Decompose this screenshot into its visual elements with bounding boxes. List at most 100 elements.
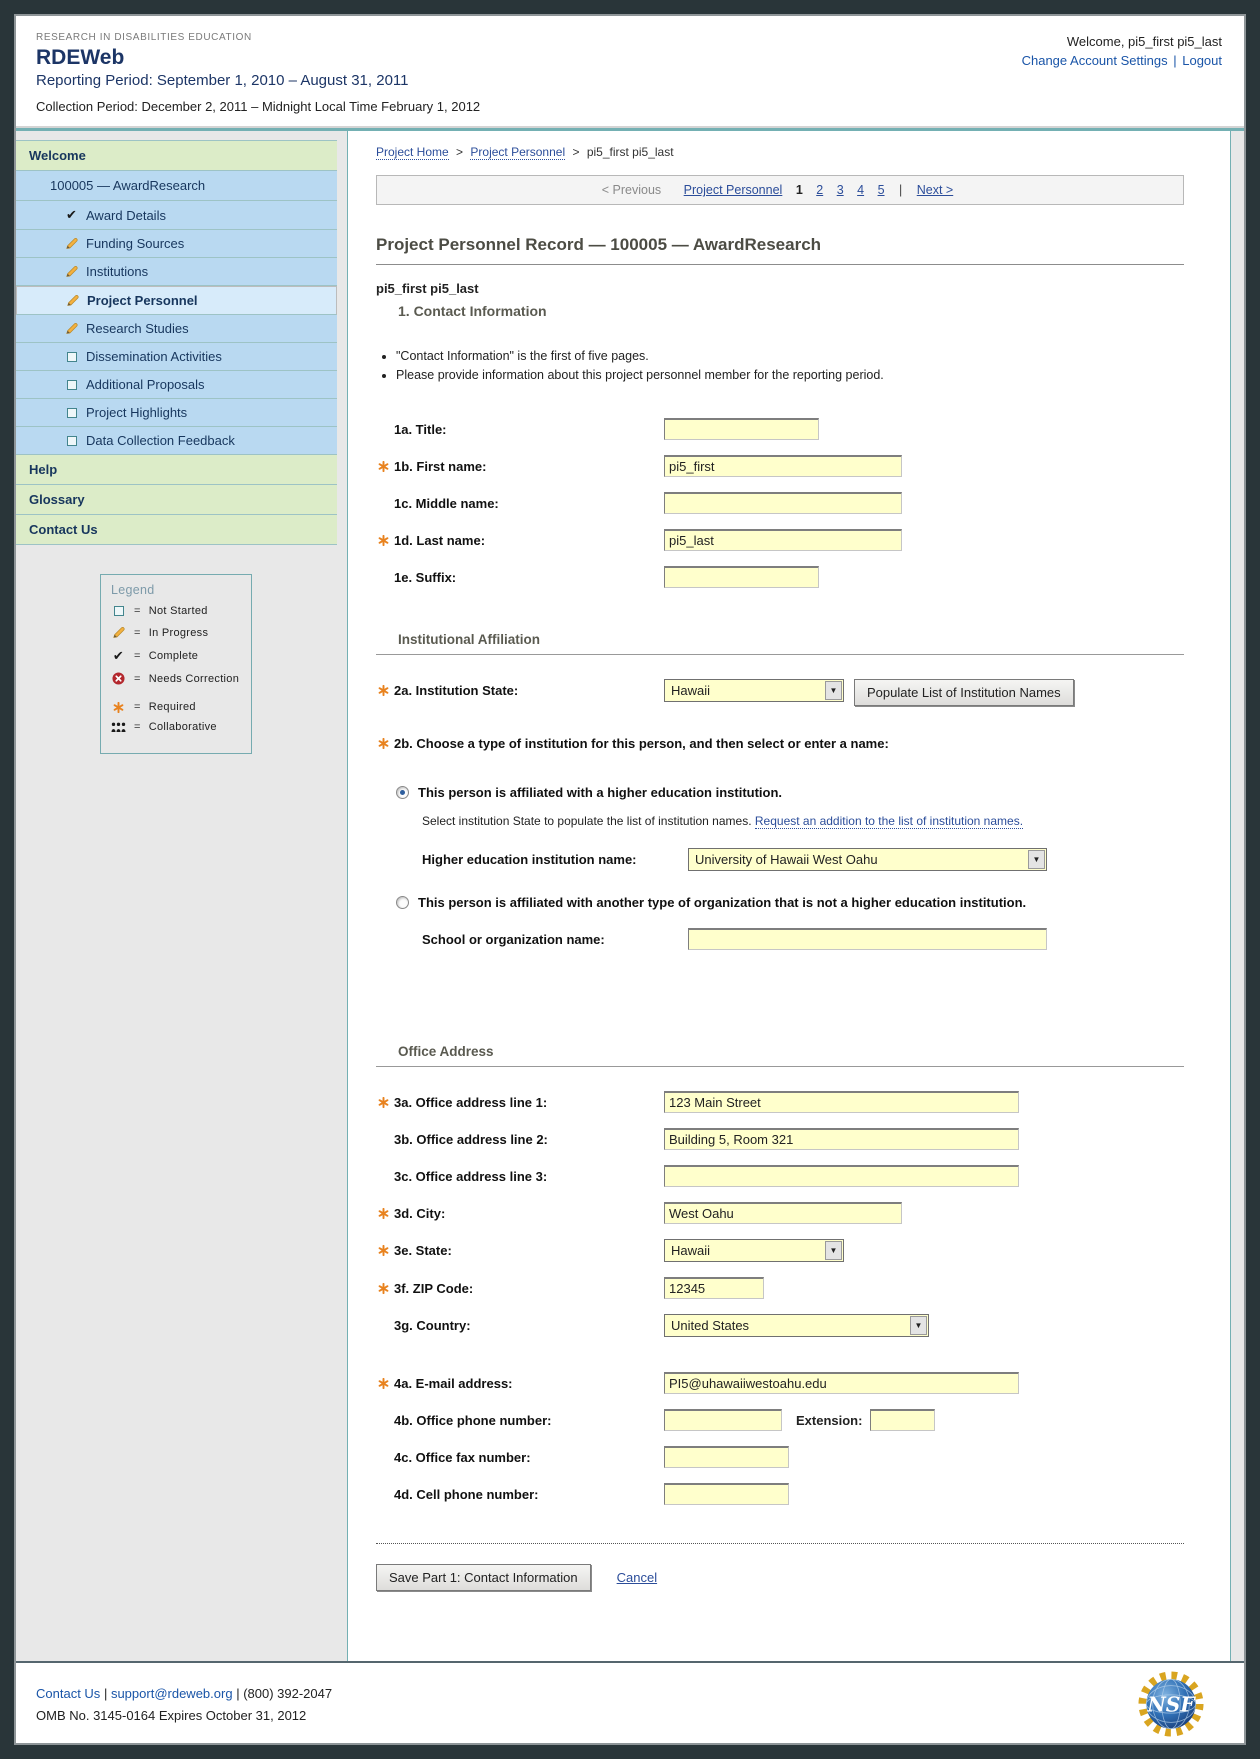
cell-phone-input[interactable] [664,1483,789,1505]
institution-state-select[interactable]: Hawaii ▼ [664,679,844,702]
sidebar-item-award-details[interactable]: ✔ Award Details [16,201,337,230]
person-name: pi5_first pi5_last [376,281,1184,296]
address-line-2-input[interactable] [664,1128,1019,1150]
legend-label: Required [149,701,196,713]
sidebar-item-award[interactable]: 100005 — AwardResearch [16,171,337,201]
previous-link[interactable]: < Previous [602,183,661,197]
email-input[interactable] [664,1372,1019,1394]
org-name-input[interactable] [688,928,1047,950]
first-name-input[interactable] [664,455,902,477]
sidebar-item-data-collection-feedback[interactable]: Data Collection Feedback [16,427,337,455]
page-4-link[interactable]: 4 [857,183,864,197]
chevron-down-icon: ▼ [825,681,842,700]
sidebar-item-additional-proposals[interactable]: Additional Proposals [16,371,337,399]
not-started-icon [64,352,79,362]
form-row-org-name: School or organization name: [422,928,1184,950]
field-label: 3b. Office address line 2: [394,1132,548,1147]
last-name-input[interactable] [664,529,902,551]
address-line-3-input[interactable] [664,1165,1019,1187]
office-phone-input[interactable] [664,1409,782,1431]
sidebar-item-dissemination-activities[interactable]: Dissemination Activities [16,343,337,371]
country-select[interactable]: United States ▼ [664,1314,929,1337]
field-label: 4c. Office fax number: [394,1450,531,1465]
breadcrumb-current: pi5_first pi5_last [587,145,674,159]
cancel-link[interactable]: Cancel [617,1570,657,1585]
not-started-icon [64,436,79,446]
form-row-higher-ed-name: Higher education institution name: Unive… [422,848,1184,871]
pagination-section-link[interactable]: Project Personnel [684,183,783,197]
choose-institution-type-label: 2b. Choose a type of institution for thi… [376,736,1184,751]
sidebar-item-institutions[interactable]: Institutions [16,258,337,286]
sidebar-item-label: Additional Proposals [86,377,205,392]
suffix-input[interactable] [664,566,819,588]
sidebar-item-contact-us[interactable]: Contact Us [16,515,337,545]
not-started-icon [64,408,79,418]
page-3-link[interactable]: 3 [837,183,844,197]
form-row-suffix: 1e. Suffix: [376,566,1184,588]
higher-ed-radio[interactable] [396,786,409,799]
field-label: 3g. Country: [394,1318,471,1333]
other-org-radio-row: This person is affiliated with another t… [396,895,1184,910]
sidebar-item-project-highlights[interactable]: Project Highlights [16,399,337,427]
field-label: 3f. ZIP Code: [394,1281,473,1296]
office-fax-input[interactable] [664,1446,789,1468]
extension-input[interactable] [870,1409,935,1431]
selected-value: United States [665,1318,755,1333]
breadcrumb-project-home-link[interactable]: Project Home [376,145,449,160]
selected-value: Hawaii [665,683,716,698]
sidebar-item-research-studies[interactable]: Research Studies [16,315,337,343]
legend-title: Legend [111,583,243,597]
office-state-select[interactable]: Hawaii ▼ [664,1239,844,1262]
legend-label: In Progress [149,627,209,639]
page-5-link[interactable]: 5 [878,183,885,197]
form-row-email: 4a. E-mail address: [376,1372,1184,1394]
sidebar-item-label: Project Personnel [87,293,198,308]
middle-name-input[interactable] [664,492,902,514]
higher-ed-institution-select[interactable]: University of Hawaii West Oahu ▼ [688,848,1047,871]
chevron-down-icon: ▼ [825,1241,842,1260]
section-title-institutional-affiliation: Institutional Affiliation [376,632,1184,655]
reporting-period: Reporting Period: September 1, 2010 – Au… [36,72,480,89]
form-row-title: 1a. Title: [376,418,1184,440]
request-addition-link[interactable]: Request an addition to the list of insti… [755,814,1023,829]
legend-item: = Required [111,701,243,713]
other-org-radio[interactable] [396,896,409,909]
title-input[interactable] [664,418,819,440]
form-row-last-name: 1d. Last name: [376,529,1184,551]
sidebar-item-help[interactable]: Help [16,455,337,485]
in-progress-icon [65,293,80,308]
sidebar-item-label: Research Studies [86,321,189,336]
footer-contact-us-link[interactable]: Contact Us [36,1686,100,1701]
footer-email-link[interactable]: support@rdeweb.org [111,1686,233,1701]
save-button[interactable]: Save Part 1: Contact Information [376,1564,591,1591]
breadcrumb-separator: > [572,145,579,159]
form-row-address-1: 3a. Office address line 1: [376,1091,1184,1113]
zip-code-input[interactable] [664,1277,764,1299]
sidebar: Welcome 100005 — AwardResearch ✔ Award D… [16,131,348,1661]
breadcrumb-project-personnel-link[interactable]: Project Personnel [470,145,565,160]
address-line-1-input[interactable] [664,1091,1019,1113]
page-2-link[interactable]: 2 [816,183,823,197]
header: RESEARCH IN DISABILITIES EDUCATION RDEWe… [16,16,1244,126]
form-row-institution-state: 2a. Institution State: Hawaii ▼ Populate… [376,679,1184,706]
legend-item: ✔ = Complete [111,648,243,664]
field-label: School or organization name: [422,928,688,947]
form-row-fax: 4c. Office fax number: [376,1446,1184,1468]
sidebar-item-funding-sources[interactable]: Funding Sources [16,230,337,258]
field-label: 1e. Suffix: [394,570,456,585]
page-container: RESEARCH IN DISABILITIES EDUCATION RDEWe… [14,14,1246,1745]
complete-icon: ✔ [111,648,126,664]
next-link[interactable]: Next > [917,183,953,197]
chevron-down-icon: ▼ [910,1316,927,1335]
sidebar-item-glossary[interactable]: Glossary [16,485,337,515]
sidebar-item-project-personnel[interactable]: Project Personnel [16,286,337,315]
change-account-settings-link[interactable]: Change Account Settings [1022,53,1168,68]
populate-institutions-button[interactable]: Populate List of Institution Names [854,679,1074,706]
city-input[interactable] [664,1202,902,1224]
sidebar-item-welcome[interactable]: Welcome [16,141,337,171]
pagination-divider: | [899,183,902,197]
selected-value: Hawaii [665,1243,716,1258]
intro-bullet: Please provide information about this pr… [396,368,1184,382]
legend-label: Complete [149,650,198,662]
logout-link[interactable]: Logout [1182,53,1222,68]
